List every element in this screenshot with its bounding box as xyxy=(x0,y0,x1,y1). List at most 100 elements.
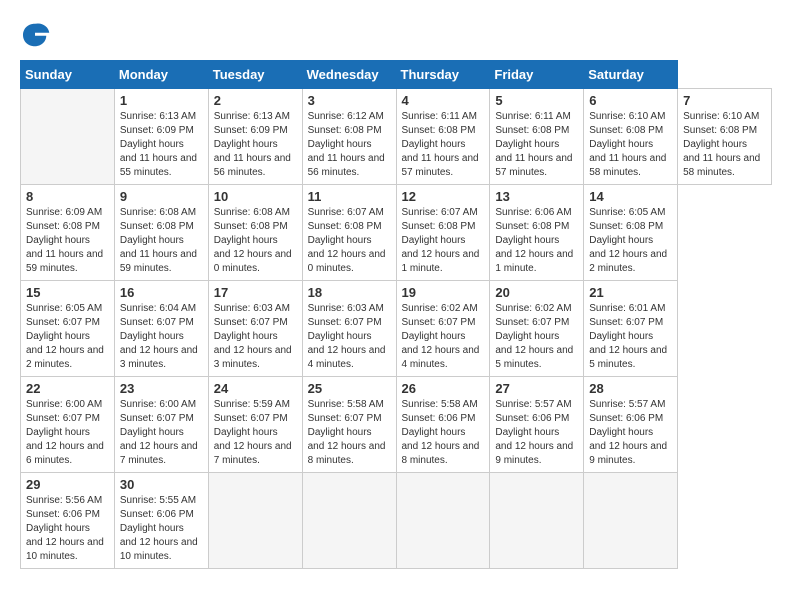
day-info: Sunrise: 6:01 AMSunset: 6:07 PMDaylight … xyxy=(589,302,672,372)
day-info: Sunrise: 6:10 AMSunset: 6:08 PMDaylight … xyxy=(589,110,672,180)
calendar-cell: 12Sunrise: 6:07 AMSunset: 6:08 PMDayligh… xyxy=(396,185,490,281)
day-info: Sunrise: 6:12 AMSunset: 6:08 PMDaylight … xyxy=(308,110,391,180)
day-number: 8 xyxy=(26,189,109,204)
day-info: Sunrise: 6:11 AMSunset: 6:08 PMDaylight … xyxy=(402,110,485,180)
calendar-cell: 3 Sunrise: 6:12 AMSunset: 6:08 PMDaylight… xyxy=(302,89,396,185)
calendar-cell xyxy=(490,473,584,569)
day-info: Sunrise: 5:58 AMSunset: 6:06 PMDaylight … xyxy=(402,398,485,468)
day-number: 16 xyxy=(120,285,203,300)
day-number: 22 xyxy=(26,381,109,396)
day-header-saturday: Saturday xyxy=(584,61,678,89)
calendar-cell: 8 Sunrise: 6:09 AMSunset: 6:08 PMDaylight… xyxy=(21,185,115,281)
calendar-cell: 11 Sunrise: 6:07 AMSunset: 6:08 PMDayligh… xyxy=(302,185,396,281)
day-number: 24 xyxy=(214,381,297,396)
day-info: Sunrise: 5:57 AMSunset: 6:06 PMDaylight … xyxy=(589,398,672,468)
calendar-cell: 15Sunrise: 6:05 AMSunset: 6:07 PMDayligh… xyxy=(21,281,115,377)
calendar-cell: 19 Sunrise: 6:02 AMSunset: 6:07 PMDayligh… xyxy=(396,281,490,377)
calendar-table: SundayMondayTuesdayWednesdayThursdayFrid… xyxy=(20,60,772,569)
day-number: 19 xyxy=(402,285,485,300)
day-header-wednesday: Wednesday xyxy=(302,61,396,89)
day-number: 3 xyxy=(308,93,391,108)
day-info: Sunrise: 6:02 AMSunset: 6:07 PMDaylight … xyxy=(495,302,578,372)
calendar-cell: 26Sunrise: 5:58 AMSunset: 6:06 PMDayligh… xyxy=(396,377,490,473)
day-number: 11 xyxy=(308,189,391,204)
day-info: Sunrise: 6:11 AMSunset: 6:08 PMDaylight … xyxy=(495,110,578,180)
calendar-cell: 30 Sunrise: 5:55 AMSunset: 6:06 PMDayligh… xyxy=(114,473,208,569)
calendar-cell: 6 Sunrise: 6:10 AMSunset: 6:08 PMDaylight… xyxy=(584,89,678,185)
week-row-4: 22Sunrise: 6:00 AMSunset: 6:07 PMDayligh… xyxy=(21,377,772,473)
calendar-cell: 9 Sunrise: 6:08 AMSunset: 6:08 PMDaylight… xyxy=(114,185,208,281)
calendar-cell: 1Sunrise: 6:13 AMSunset: 6:09 PMDaylight… xyxy=(114,89,208,185)
day-header-tuesday: Tuesday xyxy=(208,61,302,89)
day-number: 21 xyxy=(589,285,672,300)
calendar-cell: 28 Sunrise: 5:57 AMSunset: 6:06 PMDayligh… xyxy=(584,377,678,473)
day-header-friday: Friday xyxy=(490,61,584,89)
day-info: Sunrise: 6:02 AMSunset: 6:07 PMDaylight … xyxy=(402,302,485,372)
day-info: Sunrise: 6:03 AMSunset: 6:07 PMDaylight … xyxy=(308,302,391,372)
day-number: 6 xyxy=(589,93,672,108)
calendar-cell: 25 Sunrise: 5:58 AMSunset: 6:07 PMDayligh… xyxy=(302,377,396,473)
calendar-cell: 10 Sunrise: 6:08 AMSunset: 6:08 PMDayligh… xyxy=(208,185,302,281)
calendar-cell xyxy=(396,473,490,569)
calendar-cell: 2 Sunrise: 6:13 AMSunset: 6:09 PMDaylight… xyxy=(208,89,302,185)
week-row-1: 1 Sunrise: 6:13 AMSunset: 6:09 PMDaylight… xyxy=(21,89,772,185)
calendar-cell: 5 Sunrise: 6:11 AMSunset: 6:08 PMDaylight… xyxy=(490,89,584,185)
week-row-2: 8 Sunrise: 6:09 AMSunset: 6:08 PMDaylight… xyxy=(21,185,772,281)
day-info: Sunrise: 5:59 AMSunset: 6:07 PMDaylight … xyxy=(214,398,297,468)
day-number: 17 xyxy=(214,285,297,300)
day-number: 30 xyxy=(120,477,203,492)
day-number: 2 xyxy=(214,93,297,108)
day-info: Sunrise: 6:04 AMSunset: 6:07 PMDaylight … xyxy=(120,302,203,372)
calendar-cell: 13 Sunrise: 6:06 AMSunset: 6:08 PMDayligh… xyxy=(490,185,584,281)
day-number: 13 xyxy=(495,189,578,204)
calendar-cell xyxy=(208,473,302,569)
calendar-cell: 17 Sunrise: 6:03 AMSunset: 6:07 PMDayligh… xyxy=(208,281,302,377)
day-info: Sunrise: 6:05 AMSunset: 6:07 PMDaylight … xyxy=(26,302,109,372)
day-number: 23 xyxy=(120,381,203,396)
calendar-cell: 7 Sunrise: 6:10 AMSunset: 6:08 PMDaylight… xyxy=(678,89,772,185)
day-number: 5 xyxy=(495,93,578,108)
day-header-thursday: Thursday xyxy=(396,61,490,89)
day-number: 28 xyxy=(589,381,672,396)
day-info: Sunrise: 6:05 AMSunset: 6:08 PMDaylight … xyxy=(589,206,672,276)
calendar-cell: 14Sunrise: 6:05 AMSunset: 6:08 PMDayligh… xyxy=(584,185,678,281)
day-header-sunday: Sunday xyxy=(21,61,115,89)
day-info: Sunrise: 5:55 AMSunset: 6:06 PMDaylight … xyxy=(120,494,203,564)
day-info: Sunrise: 6:07 AMSunset: 6:08 PMDaylight … xyxy=(308,206,391,276)
day-number: 27 xyxy=(495,381,578,396)
day-info: Sunrise: 6:08 AMSunset: 6:08 PMDaylight … xyxy=(214,206,297,276)
calendar-cell: 20 Sunrise: 6:02 AMSunset: 6:07 PMDayligh… xyxy=(490,281,584,377)
day-info: Sunrise: 6:06 AMSunset: 6:08 PMDaylight … xyxy=(495,206,578,276)
calendar-cell xyxy=(302,473,396,569)
calendar-cell: 24 Sunrise: 5:59 AMSunset: 6:07 PMDayligh… xyxy=(208,377,302,473)
calendar-cell: 16 Sunrise: 6:04 AMSunset: 6:07 PMDayligh… xyxy=(114,281,208,377)
day-info: Sunrise: 6:09 AMSunset: 6:08 PMDaylight … xyxy=(26,206,109,276)
day-number: 18 xyxy=(308,285,391,300)
day-number: 7 xyxy=(683,93,766,108)
day-info: Sunrise: 6:08 AMSunset: 6:08 PMDaylight … xyxy=(120,206,203,276)
calendar-cell: 22Sunrise: 6:00 AMSunset: 6:07 PMDayligh… xyxy=(21,377,115,473)
day-info: Sunrise: 6:10 AMSunset: 6:08 PMDaylight … xyxy=(683,110,766,180)
day-info: Sunrise: 6:03 AMSunset: 6:07 PMDaylight … xyxy=(214,302,297,372)
calendar-cell: 21 Sunrise: 6:01 AMSunset: 6:07 PMDayligh… xyxy=(584,281,678,377)
day-number: 4 xyxy=(402,93,485,108)
day-info: Sunrise: 5:56 AMSunset: 6:06 PMDaylight … xyxy=(26,494,109,564)
day-info: Sunrise: 5:58 AMSunset: 6:07 PMDaylight … xyxy=(308,398,391,468)
day-number: 25 xyxy=(308,381,391,396)
calendar-cell xyxy=(584,473,678,569)
calendar-cell: 4 Sunrise: 6:11 AMSunset: 6:08 PMDaylight… xyxy=(396,89,490,185)
day-number: 10 xyxy=(214,189,297,204)
day-info: Sunrise: 5:57 AMSunset: 6:06 PMDaylight … xyxy=(495,398,578,468)
day-number: 1 xyxy=(120,93,203,108)
week-row-5: 29Sunrise: 5:56 AMSunset: 6:06 PMDayligh… xyxy=(21,473,772,569)
day-info: Sunrise: 6:13 AMSunset: 6:09 PMDaylight … xyxy=(214,110,297,180)
logo-icon xyxy=(20,20,50,50)
day-info: Sunrise: 6:07 AMSunset: 6:08 PMDaylight … xyxy=(402,206,485,276)
day-number: 20 xyxy=(495,285,578,300)
week-row-3: 15Sunrise: 6:05 AMSunset: 6:07 PMDayligh… xyxy=(21,281,772,377)
day-header-monday: Monday xyxy=(114,61,208,89)
page-header xyxy=(20,20,772,50)
calendar-cell: 29Sunrise: 5:56 AMSunset: 6:06 PMDayligh… xyxy=(21,473,115,569)
day-number: 9 xyxy=(120,189,203,204)
calendar-cell: 18 Sunrise: 6:03 AMSunset: 6:07 PMDayligh… xyxy=(302,281,396,377)
